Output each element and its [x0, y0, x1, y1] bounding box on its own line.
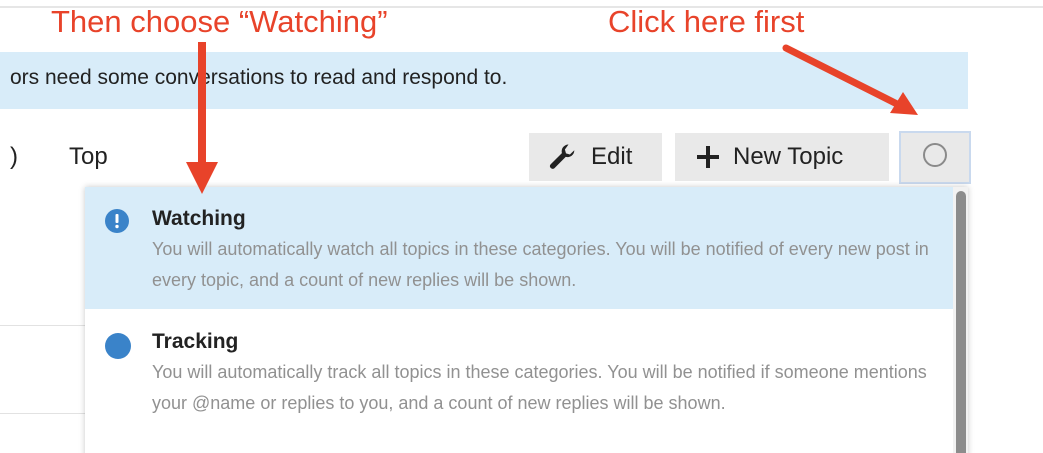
scrollbar-thumb[interactable]	[956, 191, 966, 453]
banner-text: ors need some conversations to read and …	[10, 66, 508, 89]
new-topic-button-label: New Topic	[733, 143, 844, 170]
list-divider	[0, 325, 85, 326]
option-description: You will automatically track all topics …	[152, 362, 927, 413]
option-description: You will automatically watch all topics …	[152, 239, 929, 290]
nav-tab-fragment[interactable]: )	[10, 143, 18, 171]
option-watching[interactable]: Watching You will automatically watch al…	[85, 187, 953, 309]
option-title: Tracking	[152, 330, 239, 353]
circle-outline-icon	[922, 142, 948, 173]
nav-tab-top[interactable]: Top	[69, 143, 108, 171]
plus-icon	[697, 146, 719, 168]
filled-circle-icon	[105, 333, 131, 364]
option-tracking[interactable]: Tracking You will automatically track al…	[85, 309, 953, 453]
notification-level-dropdown: Watching You will automatically watch al…	[85, 187, 968, 453]
exclamation-circle-icon	[105, 209, 129, 238]
edit-button[interactable]: Edit	[529, 133, 662, 181]
edit-button-label: Edit	[591, 143, 633, 170]
dropdown-scrollbar[interactable]	[953, 187, 968, 453]
notification-level-button[interactable]	[899, 131, 971, 184]
info-banner: ors need some conversations to read and …	[0, 52, 968, 109]
wrench-icon	[547, 142, 577, 172]
option-title: Watching	[152, 207, 246, 230]
annotation-click-here-first: Click here first	[608, 4, 805, 39]
new-topic-button[interactable]: New Topic	[675, 133, 889, 181]
list-divider	[0, 413, 85, 414]
annotation-choose-watching: Then choose “Watching”	[51, 4, 388, 39]
tutorial-screenshot: ors need some conversations to read and …	[0, 0, 1043, 453]
